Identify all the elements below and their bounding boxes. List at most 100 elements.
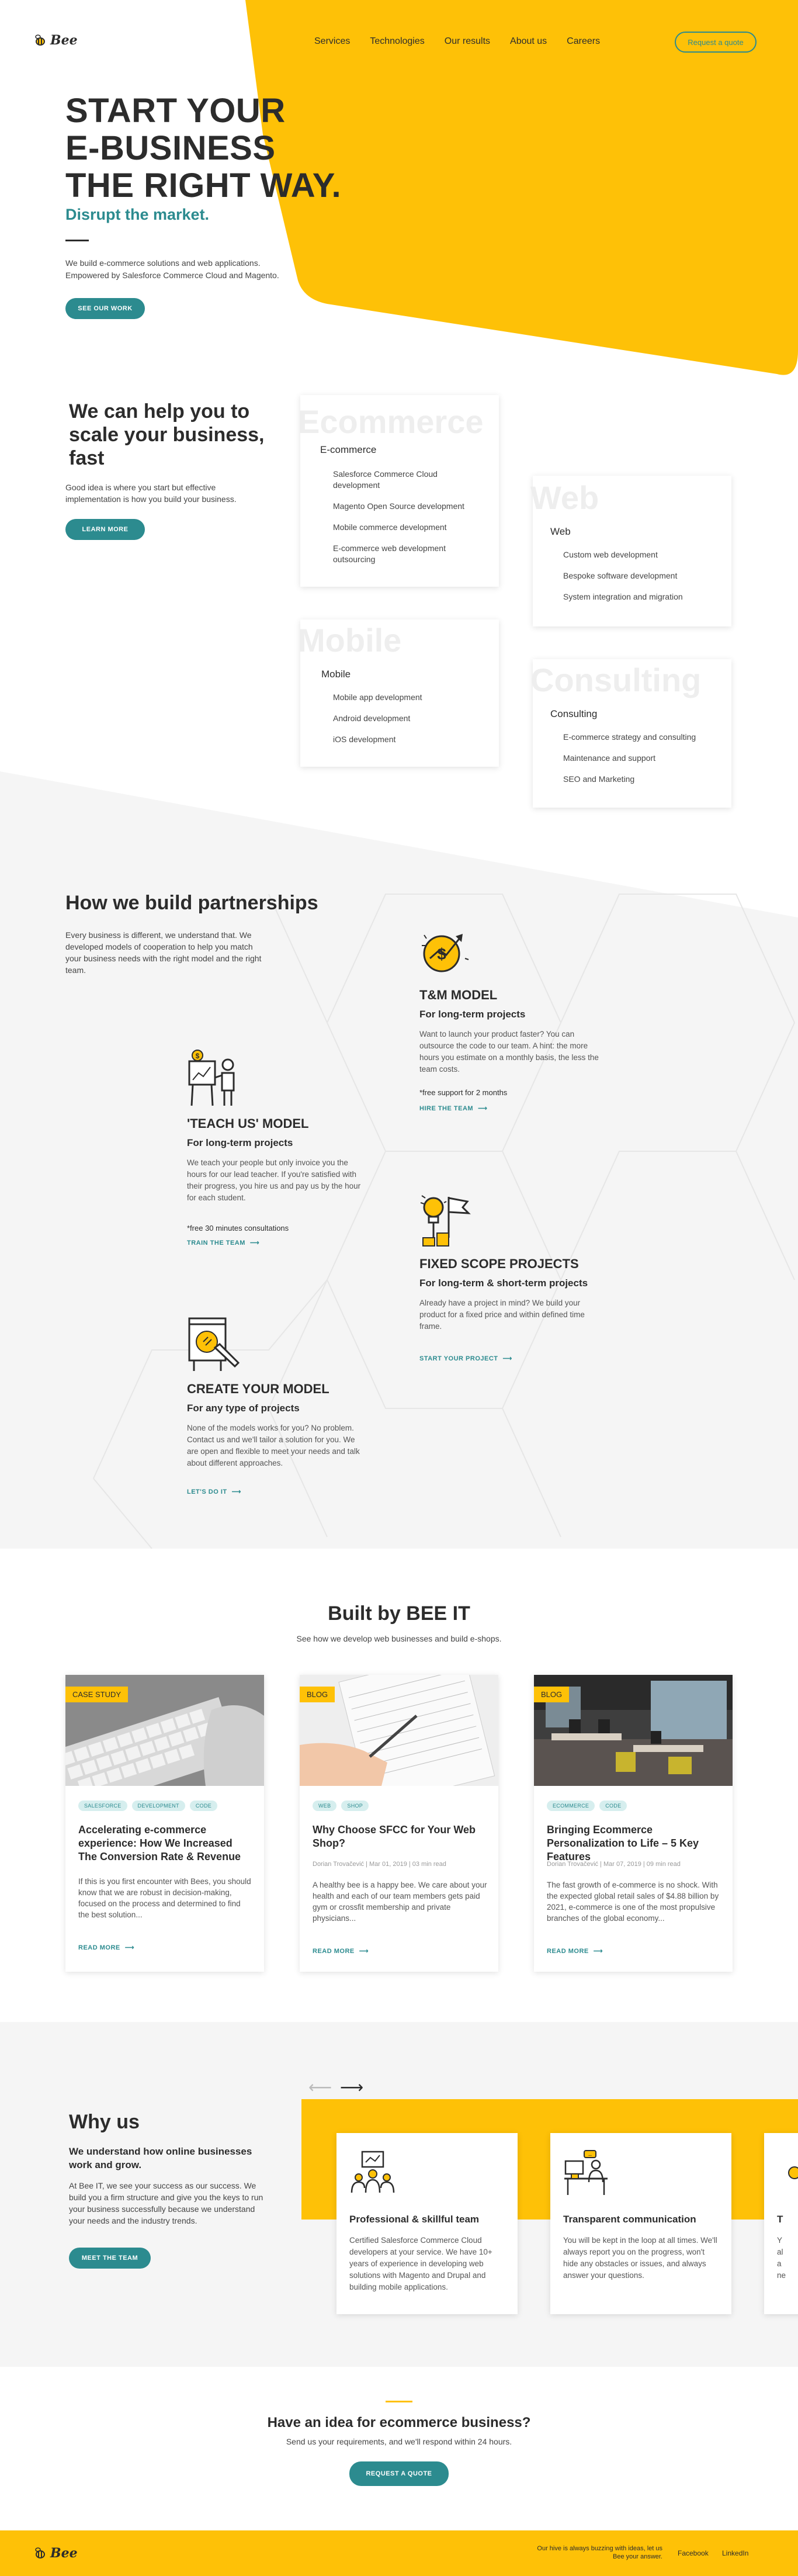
logo[interactable]: Bee (34, 33, 78, 48)
partnerships-description: Every business is different, we understa… (65, 930, 262, 975)
create-model-description: None of the models works for you? No pro… (187, 1424, 360, 1467)
cta-title: Have an idea for ecommerce business? (267, 2415, 531, 2430)
footer-message: Our hive is always buzzing with ideas, l… (537, 2545, 662, 2560)
cta-divider (386, 2401, 412, 2402)
tag[interactable]: SALESFORCE (78, 1801, 127, 1811)
post-excerpt: A healthy bee is a happy bee. We care ab… (313, 1881, 487, 1923)
hero-title-line: THE RIGHT WAY. (65, 167, 342, 205)
logo-text: Bee (50, 33, 78, 48)
post-title[interactable]: Why Choose SFCC for Your Web Shop? (313, 1823, 488, 1850)
footer-linkedin-link[interactable]: LinkedIn (722, 2549, 748, 2557)
hire-the-team-link[interactable]: HIRE THE TEAM ⟶ (419, 1105, 488, 1113)
card-ghost-text: Mobile (298, 622, 402, 659)
post-meta: Dorian Trovačević | Mar 01, 2019 | 03 mi… (313, 1861, 446, 1868)
hero-title-line: E-BUSINESS (65, 129, 276, 167)
card-list-item: E-commerce strategy and consulting (563, 732, 696, 742)
post-card-blog-personalization[interactable]: BLOG ECOMMERCE CODE Bringing Ecommerce P… (534, 1675, 733, 1972)
footer-logo-text: Bee (50, 2546, 78, 2561)
why-card-title: Transparent communication (563, 2214, 696, 2225)
services-title: We can help you to scale your business, … (69, 400, 265, 469)
request-quote-button[interactable]: Request a quote (675, 32, 757, 53)
post-badge: CASE STUDY (65, 1687, 129, 1702)
teach-us-model-title: 'TEACH US' MODEL (187, 1116, 309, 1131)
post-card-blog-sfcc[interactable]: BLOG WEB SHOP Why Choose SFCC for Your W… (300, 1675, 498, 1972)
arrow-right-icon: ⟶ (231, 1488, 241, 1495)
carousel-next-arrow-icon[interactable]: ⟶ (340, 2079, 363, 2096)
hero-divider (65, 240, 89, 241)
link-label: LET'S DO IT (187, 1488, 227, 1495)
partnerships-title: How we build partnerships (65, 892, 318, 914)
post-card-case-study[interactable]: CASE STUDY SALESFORCE DEVELOPMENT CODE A… (65, 1675, 264, 1972)
card-list-item: iOS development (333, 735, 396, 744)
card-list-item: Maintenance and support (563, 753, 655, 763)
meet-the-team-button[interactable]: MEET THE TEAM (69, 2248, 151, 2269)
svg-text:...: ... (588, 2153, 592, 2157)
post-badge: BLOG (300, 1687, 335, 1702)
see-our-work-button[interactable]: SEE OUR WORK (65, 298, 145, 319)
service-card-consulting[interactable]: Consulting Consulting E-commerce strateg… (530, 659, 731, 808)
start-your-project-link[interactable]: START YOUR PROJECT ⟶ (419, 1355, 512, 1363)
nav-about-us[interactable]: About us (510, 36, 547, 47)
teach-us-model-description: We teach your people but only invoice yo… (187, 1158, 361, 1202)
service-card-mobile[interactable]: Mobile Mobile Mobile app development And… (298, 619, 499, 767)
why-card-partial: T Y al a ne (764, 2133, 798, 2314)
tag[interactable]: WEB (313, 1801, 337, 1811)
why-card-title: T (777, 2214, 783, 2225)
hero-description: We build e-commerce solutions and web ap… (65, 258, 279, 280)
tag[interactable]: CODE (599, 1801, 627, 1811)
carousel-prev-arrow-icon[interactable]: ⟵ (308, 2079, 332, 2096)
hero-subtitle: Disrupt the market. (65, 206, 210, 223)
post-meta: Dorian Trovačević | Mar 07, 2019 | 09 mi… (547, 1861, 681, 1868)
money-growth-icon: $ (422, 934, 469, 972)
card-list: Salesforce Commerce Cloud development Ma… (333, 469, 473, 575)
service-card-web[interactable]: Web Web Custom web development Bespoke s… (530, 476, 731, 626)
read-more-link[interactable]: READ MORE ⟶ (313, 1947, 369, 1955)
built-by-subtitle: See how we develop web businesses and bu… (296, 1634, 502, 1643)
link-label: HIRE THE TEAM (419, 1105, 474, 1112)
service-card-ecommerce[interactable]: Ecommerce E-commerce Salesforce Commerce… (298, 395, 499, 587)
tag[interactable]: CODE (189, 1801, 218, 1811)
tm-model-note: *free support for 2 months (419, 1088, 508, 1097)
tm-model-description: Want to launch your product faster? You … (419, 1030, 599, 1074)
main-nav: Services Technologies Our results About … (314, 36, 600, 47)
post-title[interactable]: Accelerating e-commerce experience: How … (78, 1823, 254, 1864)
request-a-quote-button[interactable]: REQUEST A QUOTE (349, 2461, 449, 2486)
why-card-text: Y al a ne (777, 2236, 786, 2280)
arrow-right-icon: ⟶ (502, 1355, 512, 1362)
fixed-scope-description: Already have a project in mind? We build… (419, 1299, 585, 1331)
tag[interactable]: ECOMMERCE (547, 1801, 595, 1811)
card-ghost-text: Web (530, 479, 599, 516)
card-list: Custom web development Bespoke software … (563, 549, 715, 612)
post-badge: BLOG (534, 1687, 570, 1702)
read-more-link[interactable]: READ MORE ⟶ (78, 1944, 134, 1952)
fixed-scope-subtitle: For long-term & short-term projects (419, 1277, 588, 1289)
partial-card-icon (788, 2166, 798, 2179)
why-card-communication: ... Transparent communication You will b… (550, 2133, 731, 2314)
card-title: Consulting (550, 708, 598, 719)
learn-more-button[interactable]: LEARN MORE (65, 519, 145, 540)
why-us-title: Why us (69, 2111, 140, 2133)
card-list-item: Mobile app development (333, 693, 422, 702)
why-us-subtitle: We understand how online businesses work… (69, 2146, 252, 2170)
link-label: START YOUR PROJECT (419, 1355, 498, 1362)
why-card-title: Professional & skillful team (349, 2214, 480, 2225)
nav-our-results[interactable]: Our results (445, 36, 490, 47)
nav-careers[interactable]: Careers (567, 36, 600, 47)
tag[interactable]: DEVELOPMENT (131, 1801, 185, 1811)
train-the-team-link[interactable]: TRAIN THE TEAM ⟶ (187, 1239, 259, 1247)
hero-title: START YOUR E-BUSINESS THE RIGHT WAY. (65, 92, 341, 205)
link-label: READ MORE (313, 1947, 355, 1955)
lets-do-it-link[interactable]: LET'S DO IT ⟶ (187, 1488, 241, 1496)
nav-services[interactable]: Services (314, 36, 350, 47)
post-excerpt: The fast growth of e-commerce is no shoc… (547, 1881, 719, 1923)
arrow-right-icon: ⟶ (478, 1105, 488, 1112)
post-title[interactable]: Bringing Ecommerce Personalization to Li… (547, 1823, 722, 1864)
nav-technologies[interactable]: Technologies (370, 36, 424, 47)
read-more-link[interactable]: READ MORE ⟶ (547, 1947, 603, 1955)
card-list-item: Android development (333, 714, 411, 723)
footer-facebook-link[interactable]: Facebook (678, 2549, 709, 2557)
card-title: E-commerce (320, 444, 377, 455)
card-title: Mobile (321, 669, 351, 680)
tag[interactable]: SHOP (341, 1801, 369, 1811)
footer-logo[interactable]: Bee (34, 2546, 78, 2561)
